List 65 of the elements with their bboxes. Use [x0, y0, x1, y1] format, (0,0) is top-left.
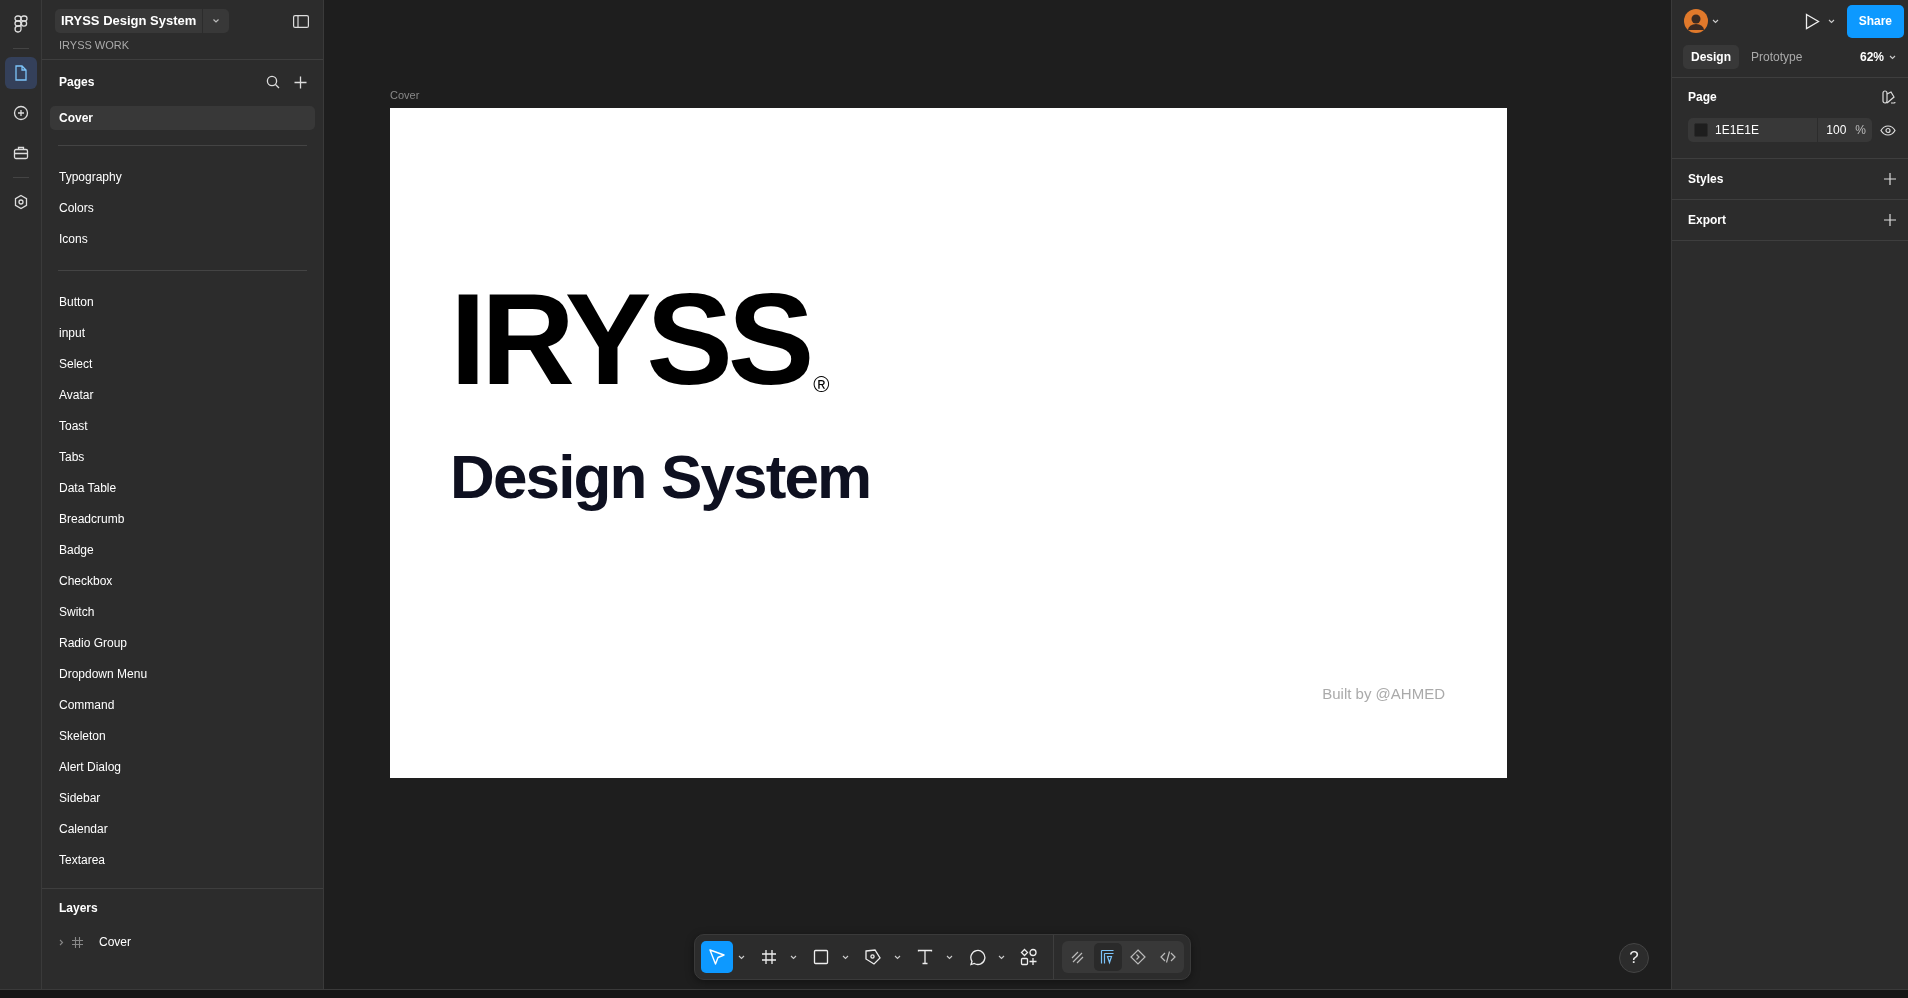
color-hex[interactable]: 1E1E1E — [1715, 123, 1760, 137]
eye-icon[interactable] — [1880, 124, 1896, 136]
page-item[interactable]: Textarea — [50, 845, 315, 876]
opacity-unit: % — [1855, 123, 1866, 137]
team-name: IRYSS WORK — [58, 39, 131, 51]
cursor-icon[interactable] — [701, 941, 733, 973]
page-item[interactable]: Checkbox — [50, 566, 315, 597]
page-item[interactable]: Select — [50, 349, 315, 380]
frame-icon — [72, 936, 83, 948]
page-item[interactable]: Calendar — [50, 814, 315, 845]
page-item[interactable]: Sidebar — [50, 783, 315, 814]
panel-tab[interactable]: Prototype — [1743, 45, 1811, 69]
section-heading: Export — [1688, 213, 1726, 227]
page-item[interactable]: Switch — [50, 597, 315, 628]
help-button[interactable]: ? — [1619, 943, 1649, 973]
color-swatch[interactable] — [1694, 123, 1708, 137]
registered-mark: ® — [813, 372, 830, 398]
caret-icon[interactable] — [212, 18, 221, 24]
page-item[interactable]: Badge — [50, 535, 315, 566]
caret-icon[interactable] — [738, 954, 745, 960]
page-item[interactable]: Cover — [50, 106, 315, 130]
credit-text: Built by @AHMED — [1322, 685, 1445, 702]
caret-icon[interactable] — [1827, 18, 1835, 24]
frame-label[interactable]: Cover — [390, 89, 1671, 101]
avatar-icon[interactable] — [1684, 9, 1708, 33]
page-heading: Page — [1688, 90, 1717, 104]
page-item[interactable]: Skeleton — [50, 721, 315, 752]
cover-title: IRYSS — [450, 274, 810, 404]
panel-tab[interactable]: Design — [1683, 45, 1739, 69]
page-item[interactable]: Avatar — [50, 380, 315, 411]
page-item[interactable]: Data Table — [50, 473, 315, 504]
caret-icon[interactable] — [894, 954, 901, 960]
page-item[interactable]: Breadcrumb — [50, 504, 315, 535]
opacity-value[interactable]: 100 — [1826, 123, 1847, 137]
pages-heading: Pages — [59, 75, 95, 89]
page-item[interactable]: input — [50, 318, 315, 349]
caret-icon[interactable] — [842, 954, 849, 960]
add-icon[interactable] — [1884, 173, 1896, 185]
page-item[interactable]: Radio Group — [50, 628, 315, 659]
page-item[interactable]: Typography — [50, 162, 315, 193]
layer-item[interactable]: Cover — [99, 935, 131, 949]
layers-heading: Layers — [59, 901, 99, 915]
caret-icon[interactable] — [1712, 18, 1719, 24]
page-item[interactable]: Toast — [50, 411, 315, 442]
zoom-level[interactable]: 62% — [1859, 50, 1884, 64]
page-item[interactable]: Tabs — [50, 442, 315, 473]
caret-icon[interactable] — [790, 954, 797, 960]
caret-icon[interactable] — [998, 954, 1005, 960]
section-heading: Styles — [1688, 172, 1724, 186]
caret-icon[interactable] — [946, 954, 953, 960]
search-icon[interactable] — [266, 75, 280, 89]
caret-icon[interactable] — [1889, 54, 1896, 60]
page-item[interactable]: Colors — [50, 193, 315, 224]
chevron-icon[interactable] — [59, 938, 64, 946]
page-color-field[interactable]: 1E1E1E 100 % — [1688, 118, 1872, 142]
add-icon[interactable] — [294, 75, 307, 89]
page-item[interactable]: Dropdown Menu — [50, 659, 315, 690]
file-icon[interactable] — [4, 57, 37, 89]
page-item[interactable]: Alert Dialog — [50, 752, 315, 783]
add-icon[interactable] — [1884, 214, 1896, 226]
play-icon[interactable] — [1804, 12, 1820, 30]
page-item[interactable]: Command — [50, 690, 315, 721]
page-item[interactable]: Icons — [50, 224, 315, 255]
sidebar-toggle-icon[interactable] — [293, 14, 309, 28]
page-item[interactable]: Button — [50, 287, 315, 318]
